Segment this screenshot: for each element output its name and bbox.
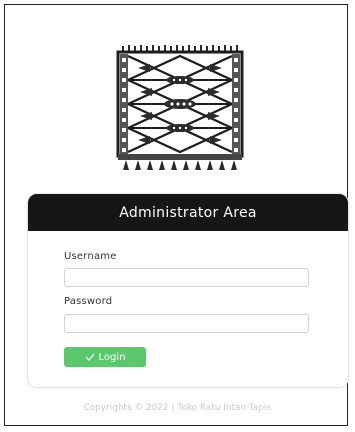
login-button-label: Login: [98, 351, 126, 363]
username-input[interactable]: [64, 268, 309, 287]
login-button[interactable]: Login: [64, 347, 146, 367]
password-label: Password: [64, 296, 113, 307]
footer-copyright: Copyrights © 2022 | Toko Ratu Intan Tapi…: [83, 403, 272, 413]
card-header: Administrator Area: [28, 194, 348, 231]
tapis-cloth-logo-icon: [108, 40, 254, 175]
card-title: Administrator Area: [119, 204, 257, 221]
check-icon: [85, 353, 94, 361]
login-card: Administrator Area Username Password Log…: [27, 193, 349, 388]
password-input[interactable]: [64, 314, 309, 333]
username-label: Username: [64, 251, 117, 262]
